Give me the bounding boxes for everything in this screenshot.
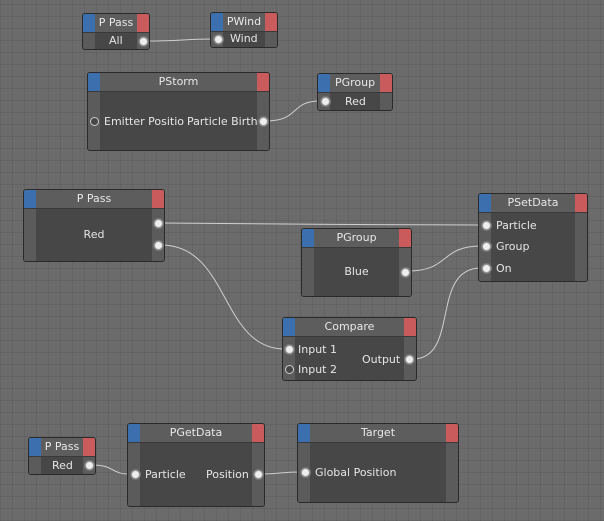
wire-ppass-to-psetdata-particle [160, 222, 482, 226]
wire-compare-to-psetdata-on [412, 267, 482, 360]
node-title[interactable]: P Pass [24, 190, 164, 209]
output-ports-tab[interactable] [380, 74, 392, 92]
input-ports-tab[interactable] [88, 73, 100, 91]
output-ports-tab[interactable] [257, 73, 269, 91]
port-label: Output [362, 353, 401, 366]
node-pgetdata[interactable]: PGetData Particle Position [127, 423, 265, 507]
wire-ppass-to-pgetdata [91, 464, 131, 475]
output-ports-tab[interactable] [252, 424, 264, 442]
wire-ppass-all-to-pwind [146, 38, 214, 42]
port-label: Emitter Positio [104, 115, 184, 128]
port-label: Red [345, 95, 366, 108]
port-label: All [109, 34, 123, 47]
input-port-particle[interactable] [482, 221, 491, 230]
node-pgroup-blue[interactable]: PGroup Blue [301, 228, 412, 297]
input-port-group[interactable] [482, 242, 491, 251]
input-port-input-1[interactable] [285, 345, 294, 354]
output-ports-tab[interactable] [265, 13, 277, 31]
node-title[interactable]: PSetData [479, 194, 587, 213]
port-label: Blue [344, 265, 369, 278]
wire-ppass-to-compare-input1 [160, 244, 286, 350]
port-label: Input 2 [298, 363, 337, 376]
port-label: On [496, 262, 512, 275]
output-ports-tab[interactable] [404, 318, 416, 336]
output-port-output[interactable] [405, 355, 414, 364]
output-ports-tab[interactable] [575, 194, 587, 212]
node-body-label: Red [83, 228, 105, 241]
output-port-particle-birth[interactable] [259, 117, 268, 126]
input-ports-tab[interactable] [283, 318, 295, 336]
node-title[interactable]: PGroup [302, 229, 411, 248]
wire-pstorm-to-pgroup [265, 100, 321, 122]
output-port-blue[interactable] [401, 268, 410, 277]
input-port-wind[interactable] [214, 35, 223, 44]
node-title[interactable]: PStorm [88, 73, 269, 92]
node-pwind[interactable]: PWind Wind [210, 12, 278, 48]
wire-pgroup-to-psetdata-group [407, 245, 482, 272]
port-label: Particle [145, 468, 186, 481]
input-port-global-position[interactable] [301, 468, 310, 477]
input-ports-tab[interactable] [318, 74, 330, 92]
output-ports-tab[interactable] [446, 424, 458, 442]
input-ports-tab[interactable] [479, 194, 491, 212]
input-ports-tab[interactable] [298, 424, 310, 442]
input-ports-tab[interactable] [128, 424, 140, 442]
output-ports-tab[interactable] [399, 229, 411, 247]
node-title[interactable]: Compare [283, 318, 416, 337]
node-pstorm[interactable]: PStorm Emitter Positio Particle Birth [87, 72, 270, 151]
node-ppass-red[interactable]: P Pass Red [23, 189, 165, 262]
input-port-on[interactable] [482, 264, 491, 273]
output-ports-tab[interactable] [152, 190, 164, 208]
output-port-red[interactable] [85, 461, 94, 470]
port-label: Wind [230, 32, 258, 45]
port-label: Position [206, 468, 249, 481]
node-target[interactable]: Target Global Position [297, 423, 459, 503]
output-ports-tab[interactable] [83, 438, 95, 456]
input-ports-tab[interactable] [302, 229, 314, 247]
input-port-particle[interactable] [131, 470, 140, 479]
node-ppass-red-small[interactable]: P Pass Red [28, 437, 96, 475]
port-label: Particle Birth [187, 115, 258, 128]
port-label: Input 1 [298, 343, 337, 356]
input-ports-tab[interactable] [83, 14, 95, 32]
input-ports-tab[interactable] [24, 190, 36, 208]
output-port-1[interactable] [154, 219, 163, 228]
input-port-emitter-position[interactable] [90, 117, 99, 126]
port-label: Group [496, 240, 530, 253]
node-title[interactable]: Target [298, 424, 458, 443]
node-title[interactable]: PGetData [128, 424, 264, 443]
output-port-all[interactable] [139, 37, 148, 46]
input-port-input-2[interactable] [285, 365, 294, 374]
port-label: Global Position [315, 466, 397, 479]
port-label: Red [52, 459, 73, 472]
input-port-red[interactable] [321, 97, 330, 106]
input-ports-tab[interactable] [211, 13, 223, 31]
node-psetdata[interactable]: PSetData Particle Group On [478, 193, 588, 282]
node-ppass-all[interactable]: P Pass All [82, 13, 150, 50]
node-compare[interactable]: Compare Input 1 Input 2 Output [282, 317, 417, 381]
input-ports-tab[interactable] [29, 438, 41, 456]
output-ports-tab[interactable] [137, 14, 149, 32]
wire-pgetdata-to-target [260, 471, 301, 475]
output-port-position[interactable] [254, 470, 263, 479]
node-pgroup-red[interactable]: PGroup Red [317, 73, 393, 111]
port-label: Particle [496, 219, 537, 232]
output-port-2[interactable] [154, 241, 163, 250]
